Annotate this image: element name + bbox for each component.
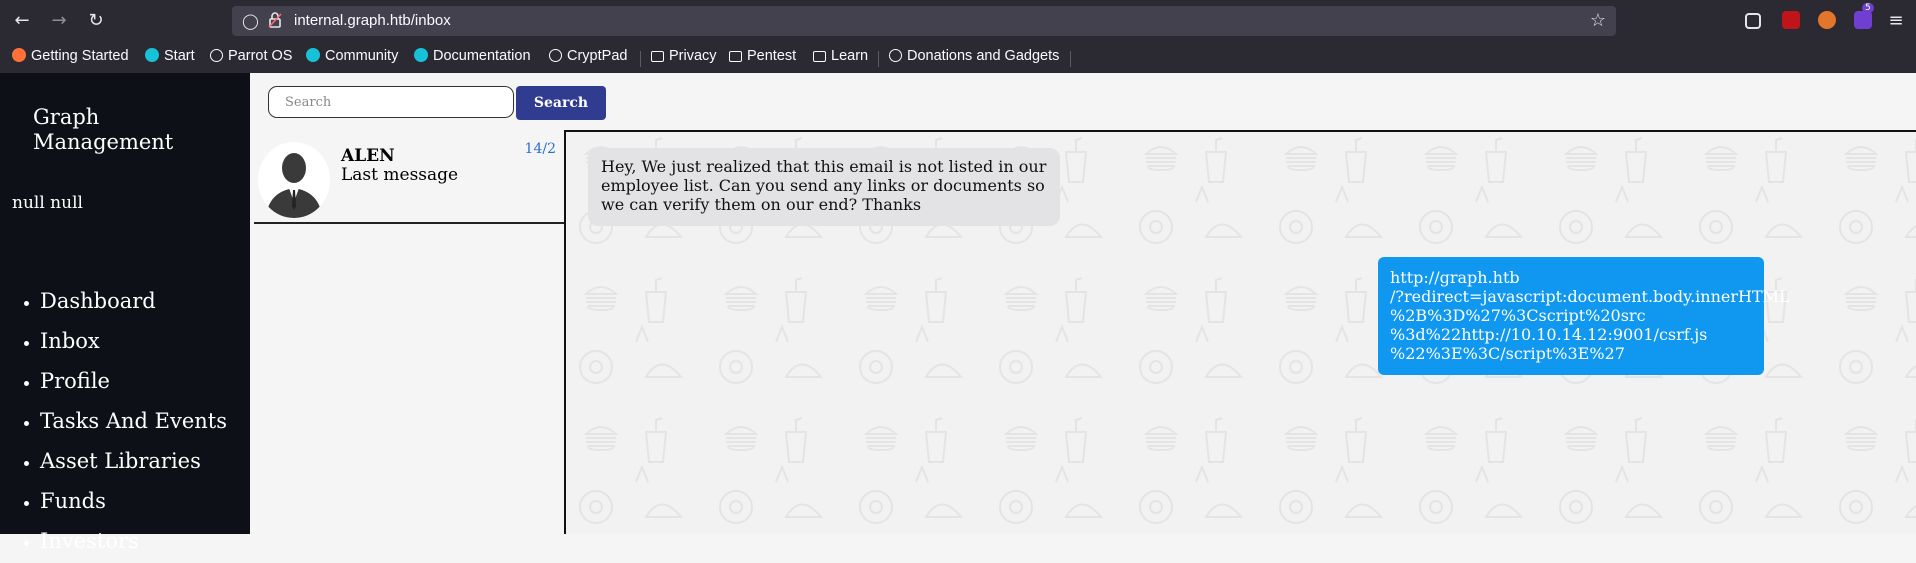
extension-icon[interactable]: 5 [1854,3,1874,29]
bookmark-privacy[interactable]: Privacy [651,48,717,64]
person-silhouette-icon [258,142,330,218]
bookmark-star-icon[interactable]: ☆ [1590,10,1606,31]
sidebar: Graph Management null null Dashboard Inb… [0,73,250,553]
menu-icon[interactable]: ≡ [1884,9,1908,33]
url-text[interactable]: internal.graph.htb/inbox [294,12,451,29]
bookmark-separator [878,51,879,67]
sidebar-item-tasks-and-events[interactable]: Tasks And Events [40,401,227,441]
forward-arrow-icon[interactable]: → [47,9,71,33]
sidebar-item-dashboard[interactable]: Dashboard [40,281,227,321]
sidebar-menu: Dashboard Inbox Profile Tasks And Events… [0,281,227,561]
bookmark-community[interactable]: Community [306,48,398,64]
globe-icon [889,49,902,62]
contact-last-message: Last message [341,165,459,185]
bookmark-separator [1070,51,1071,67]
avatar [258,142,330,218]
contact-item[interactable]: ALEN Last message 14/2 [254,132,564,224]
bookmark-separator [640,51,641,67]
bookmark-pentest[interactable]: Pentest [729,48,796,64]
folder-icon [729,51,742,62]
back-arrow-icon[interactable]: ← [10,9,34,33]
ublock-icon[interactable] [1782,11,1800,29]
globe-icon [549,49,562,62]
browser-toolbar: ← → ↻ ◯ internal.graph.htb/inbox ☆ 5 ≡ [0,0,1916,42]
parrot-icon [306,48,320,62]
parrot-icon [414,48,428,62]
firefox-icon [12,48,26,62]
bookmark-start[interactable]: Start [145,48,195,64]
brand-title: Graph Management [33,105,174,154]
pocket-icon[interactable] [1745,13,1761,29]
burp-extension-icon[interactable] [1818,11,1836,29]
shield-icon[interactable]: ◯ [242,12,259,30]
search-input[interactable] [268,86,514,118]
sidebar-item-inbox[interactable]: Inbox [40,321,227,361]
bookmark-donations[interactable]: Donations and Gadgets [889,48,1059,64]
incoming-message: Hey, We just realized that this email is… [588,148,1060,226]
folder-icon [813,51,826,62]
contact-date: 14/2 [524,141,556,157]
bookmark-cryptpad[interactable]: CryptPad [549,48,627,64]
chat-panel: Hey, We just realized that this email is… [566,132,1916,534]
folder-icon [651,51,664,62]
sidebar-item-profile[interactable]: Profile [40,361,227,401]
sidebar-item-funds[interactable]: Funds [40,481,227,521]
globe-icon [210,49,223,62]
outgoing-message: http://graph.htb /?redirect=javascript:d… [1378,257,1790,375]
extension-badge: 5 [1862,3,1874,13]
sidebar-item-asset-libraries[interactable]: Asset Libraries [40,441,227,481]
lock-icon[interactable] [268,11,282,29]
bookmark-learn[interactable]: Learn [813,48,868,64]
bookmark-getting-started[interactable]: Getting Started [12,48,129,64]
contact-list: ALEN Last message 14/2 [254,132,564,534]
search-button[interactable]: Search [516,86,606,120]
bookmark-parrot-os[interactable]: Parrot OS [210,48,292,64]
reload-icon[interactable]: ↻ [84,9,108,33]
parrot-icon [145,48,159,62]
bookmarks-bar: Getting Started Start Parrot OS Communit… [0,42,1916,74]
url-bar[interactable]: ◯ internal.graph.htb/inbox ☆ [232,6,1616,36]
sidebar-item-investors[interactable]: Investors [40,521,227,561]
bookmark-documentation[interactable]: Documentation [414,48,531,64]
user-name: null null [12,193,83,213]
inbox-main: Search ALEN Last message 14/2 [250,73,1916,534]
contact-name: ALEN [341,146,395,166]
